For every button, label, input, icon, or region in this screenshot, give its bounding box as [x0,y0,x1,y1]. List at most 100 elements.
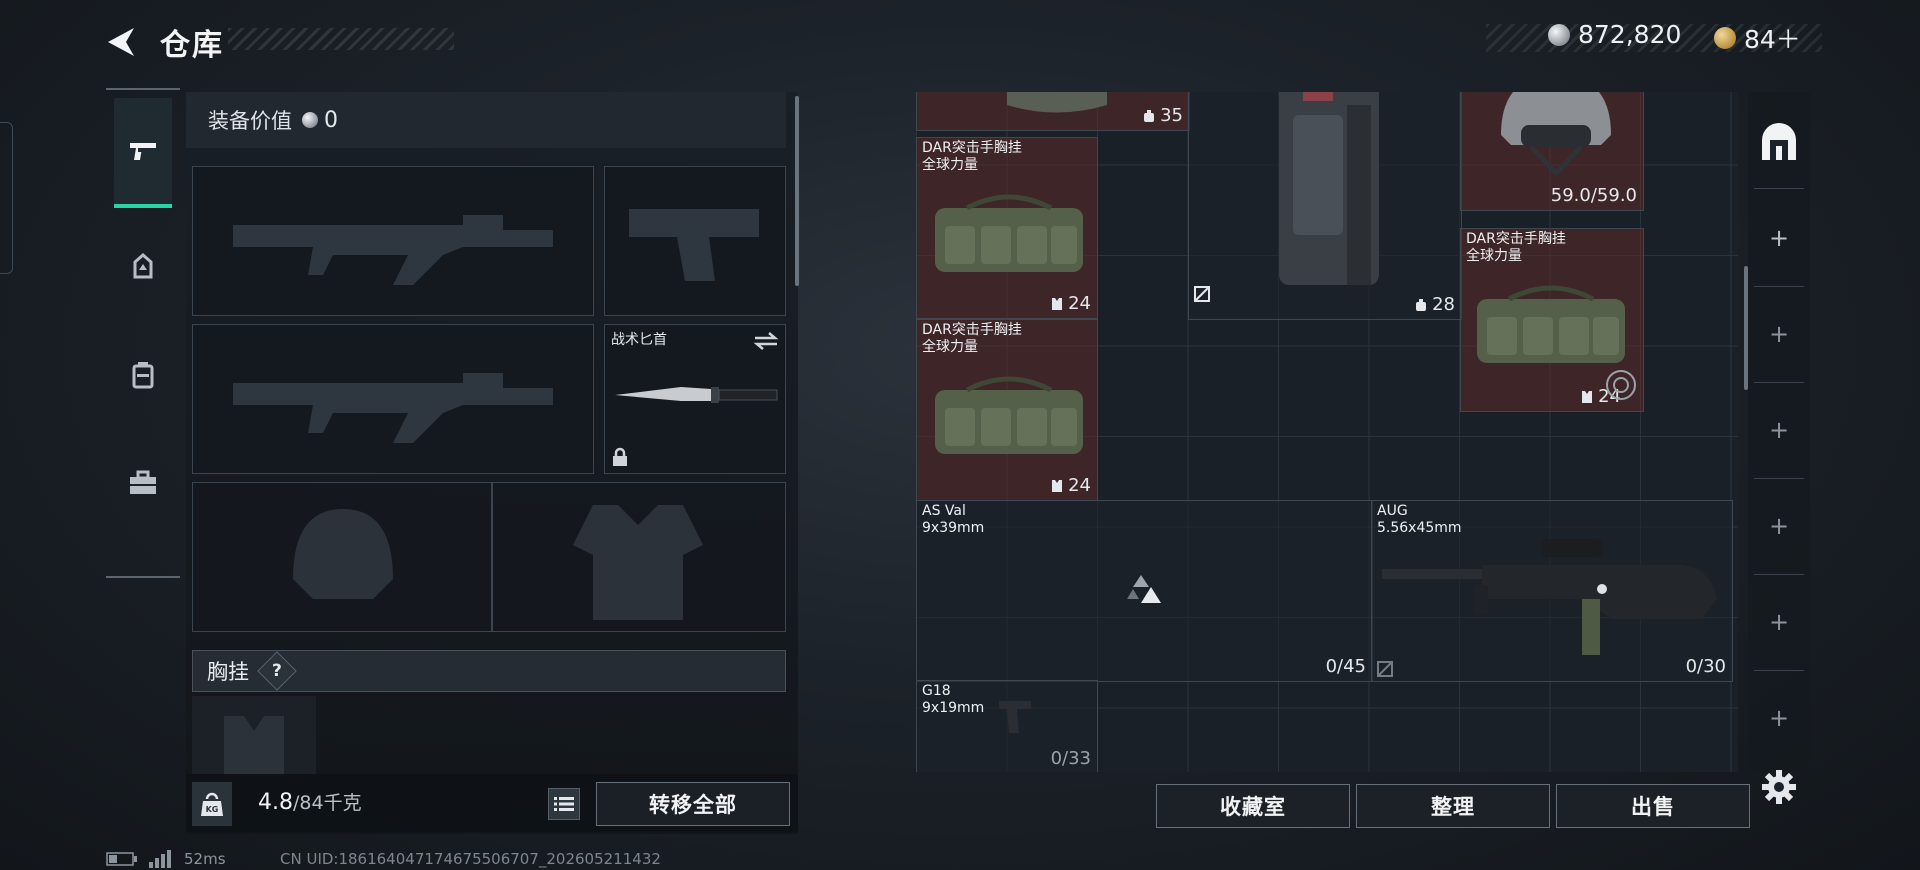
no-insurance-icon [1194,286,1210,302]
chest-rig-item-icon [1477,285,1625,363]
rifle-silhouette-icon [233,373,553,443]
tactical-helmet-item-icon [1501,92,1611,175]
list-view-button[interactable] [548,788,580,820]
stash-item-g18[interactable]: G18 9x19mm 0/33 [916,680,1098,772]
gear-icon[interactable] [1760,768,1798,806]
melee-slot[interactable]: 战术匕首 [604,324,786,474]
stash-item-as-val[interactable]: AS Val 9x39mm 0/45 [916,500,1373,682]
divider [1754,478,1804,479]
swap-icon[interactable] [753,331,779,351]
weight-bar: KG 4.8/84千克 转移全部 [186,774,798,832]
sidearm-slot[interactable] [604,166,786,316]
silver-amount: 872,820 [1578,20,1682,49]
rarity-marker-icon [1127,575,1161,603]
g18-pistol-item-icon [999,701,1031,733]
battery-icon [106,852,137,866]
pistol-icon [130,143,156,160]
stash-item-chest-rig[interactable]: DAR突击手胸挂 全球力量 24 [1460,228,1644,412]
divider [1754,188,1804,189]
help-button[interactable]: ? [257,651,297,691]
weight-current: 4.8 [258,790,293,815]
divider [1754,574,1804,575]
add-stash-page-button[interactable]: + [1748,224,1810,252]
loadout-panel: 装备价值 0 战术匕首 胸挂 ? KG 4.8/84千克 转移全部 [186,92,798,834]
vest-mini-icon [1052,297,1063,310]
category-rail [106,88,180,578]
item-name: G18 9x19mm [922,683,985,716]
item-quantity: 28 [1414,294,1455,315]
equipment-value-label: 装备价值 [208,109,292,133]
add-stash-page-button[interactable]: + [1748,608,1810,636]
item-name: AS Val 9x39mm [922,503,985,536]
helmet-slot[interactable] [192,482,492,632]
backpack-mini-icon [1416,298,1427,311]
gold-amount: 84＋ [1744,25,1801,54]
aug-rifle-item-icon [1382,539,1717,655]
list-icon [554,797,574,811]
secondary-weapon-slot[interactable] [192,324,594,474]
equipment-value: 0 [324,107,338,133]
item-ammo: 0/33 [1050,748,1091,769]
silver-currency: 872,820 [1548,20,1681,49]
chest-rig-header: 胸挂 ? [192,650,786,692]
backpack-item-icon [1007,92,1107,113]
help-icon: ? [272,661,282,681]
stash-item-large-backpack[interactable]: 28 [1188,92,1462,320]
divider [1754,382,1804,383]
loadout-scrollbar[interactable] [795,96,799,286]
stash-item-aug[interactable]: AUG 5.56x45mm 0/30 [1371,500,1733,682]
vest-mini-icon [1052,479,1063,492]
weight-max: /84千克 [293,792,362,814]
stash-home-icon[interactable] [1758,122,1800,164]
chest-rig-item-icon [935,194,1083,272]
transfer-all-button[interactable]: 转移全部 [596,782,790,826]
knife-name: 战术匕首 [611,332,667,348]
tab-toolbox[interactable] [114,430,172,536]
helmet-icon [133,253,153,279]
chest-rig-item-icon [935,376,1083,454]
user-uid: CN UID:186164047174675506707_20260521143… [280,850,661,868]
stash-item-chest-rig[interactable]: DAR突击手胸挂 全球力量 24 [916,137,1098,319]
item-name: DAR突击手胸挂 全球力量 [922,140,1022,173]
gold-currency[interactable]: 84＋ [1714,20,1801,56]
side-panel-handle[interactable] [0,122,13,274]
kettlebell-icon: KG [201,792,223,816]
stash-item-helmet[interactable]: 59.0/59.0 [1460,92,1644,211]
stash-page-rail: + + + + + + [1748,92,1810,772]
tab-weapons[interactable] [114,98,172,208]
chest-rig-slot[interactable] [192,696,316,776]
item-quantity: 24 [1050,293,1091,314]
divider [1754,670,1804,671]
tab-backpack[interactable] [114,322,172,428]
sort-button[interactable]: 整理 [1356,784,1550,828]
backpack-mini-icon [1144,109,1155,122]
primary-weapon-slot[interactable] [192,166,594,316]
signal-icon [149,850,171,868]
armor-slot[interactable] [492,482,786,632]
add-stash-page-button[interactable]: + [1748,512,1810,540]
stash-item-backpack[interactable]: 35 [916,92,1190,131]
item-quantity: 35 [1142,105,1183,126]
title-decoration [228,28,454,50]
gold-coin-icon [1714,27,1736,49]
vest-mini-icon [1582,390,1593,403]
sell-button[interactable]: 出售 [1556,784,1750,828]
lock-icon [613,447,627,466]
back-button[interactable] [104,24,140,60]
add-stash-page-button[interactable]: + [1748,320,1810,348]
page-title: 仓库 [160,28,224,63]
combat-knife-icon [615,387,778,403]
target-reticle-icon [1606,370,1636,400]
toolbox-icon [130,470,156,494]
stash-grid: 35 DAR突击手胸挂 全球力量 24 28 59.0/59.0 DAR突击手胸… [916,92,1738,772]
tab-equipment[interactable] [114,214,172,320]
back-arrow-icon [108,28,134,56]
chest-rig-label: 胸挂 [207,660,249,684]
status-footer: 52ms [106,848,226,870]
ping-readout: 52ms [184,850,226,868]
svg-text:KG: KG [206,805,219,814]
add-stash-page-button[interactable]: + [1748,416,1810,444]
stash-item-chest-rig[interactable]: DAR突击手胸挂 全球力量 24 [916,319,1098,501]
collection-room-button[interactable]: 收藏室 [1156,784,1350,828]
add-stash-page-button[interactable]: + [1748,704,1810,732]
